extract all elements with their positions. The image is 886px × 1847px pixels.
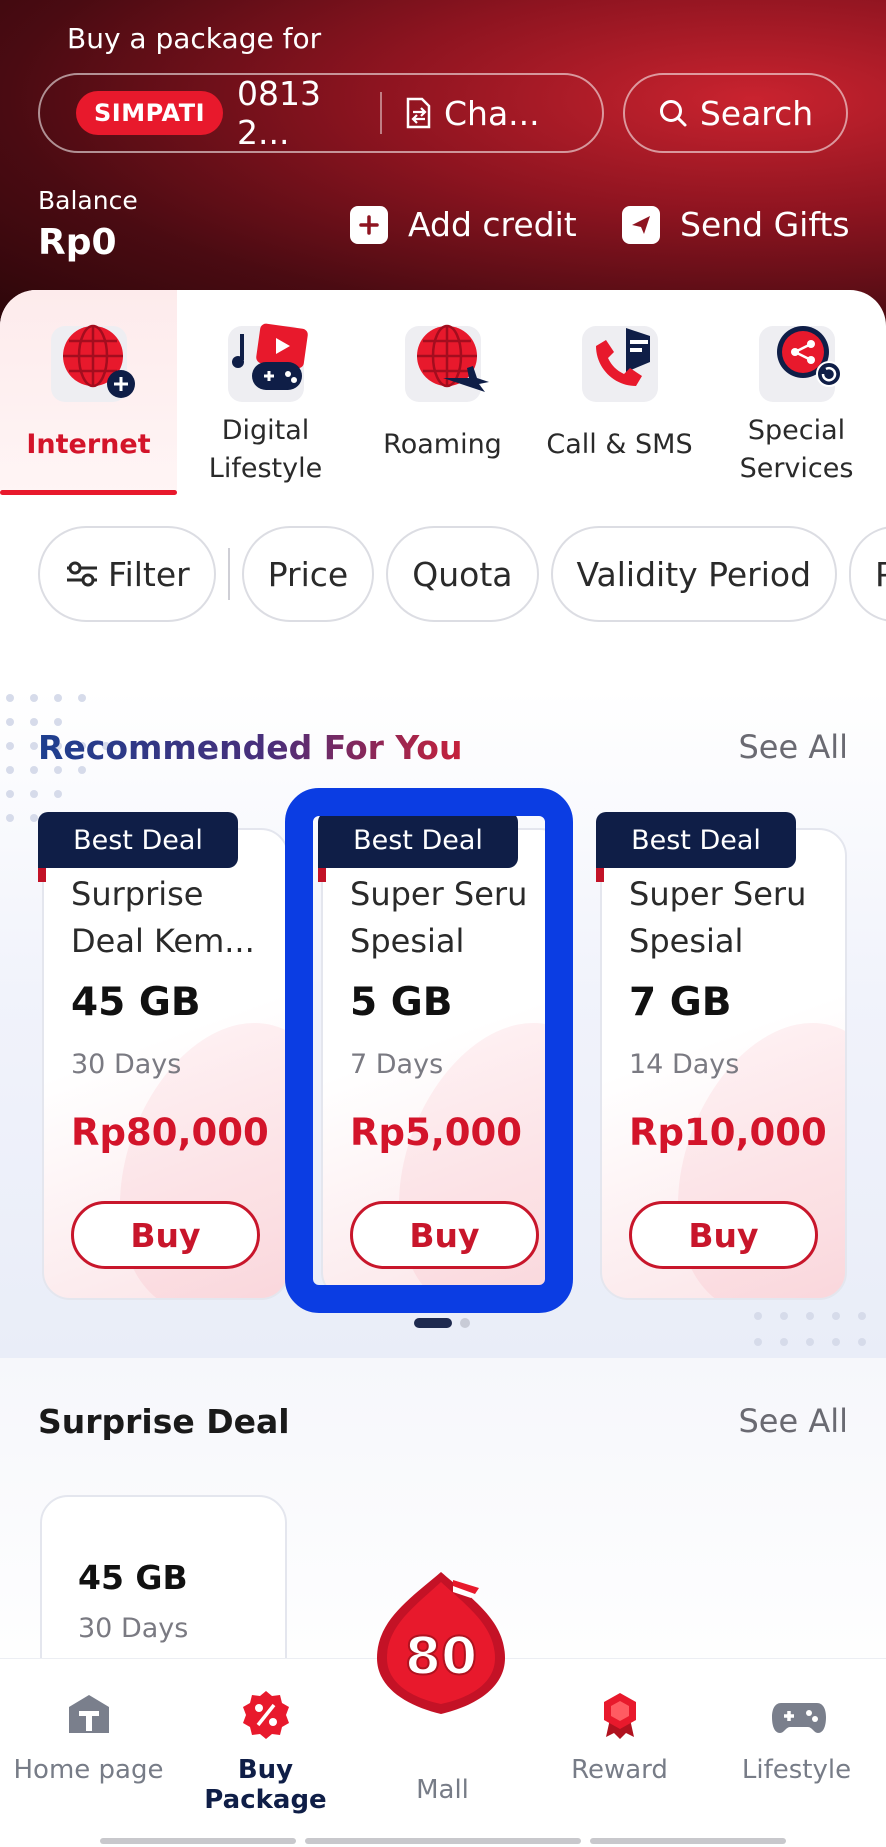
contact-swap-icon [406,97,431,129]
chip-quota[interactable]: Quota [386,526,539,622]
buy-button[interactable]: Buy [71,1201,260,1269]
search-button[interactable]: Search [623,73,848,153]
category-tabs: Internet Digital Lifestyle Roaming Call … [0,290,886,495]
tab-label: Call & SMS [546,429,693,460]
package-price: Rp80,000 [71,1111,269,1154]
carousel-pager [414,1318,470,1328]
home-icon [63,1689,115,1741]
nav-label: Buy Package [204,1755,327,1815]
buy-button[interactable]: Buy [629,1201,818,1269]
recommended-see-all-link[interactable]: See All [738,728,848,766]
home-indicator [100,1838,296,1844]
balance-label: Balance [38,186,138,215]
add-credit-label: Add credit [408,205,577,244]
pill-divider [380,92,382,134]
package-quota: 45 GB [78,1558,188,1597]
package-validity: 30 Days [78,1613,189,1644]
best-deal-badge: Best Deal [38,812,238,882]
reward-ribbon-icon [594,1689,646,1741]
nav-buy-package[interactable]: Buy Package [177,1689,354,1815]
share-refresh-icon [758,326,842,402]
nav-reward[interactable]: Reward [531,1689,708,1785]
change-number-button[interactable]: Cha... [404,94,540,133]
mall-badge-text: 80 [405,1627,477,1687]
media-gamepad-icon [227,323,308,402]
change-label: Cha... [444,93,540,133]
phone-number-selector[interactable]: SIMPATI 0813 2... Cha... [38,73,604,153]
filter-bar: Filter Price Quota Validity Period Po [38,526,886,622]
tab-roaming[interactable]: Roaming [354,290,531,495]
phone-number: 0813 2... [237,74,321,152]
globe-plus-icon [50,324,135,402]
filter-label: Filter [108,554,190,594]
package-quota: 45 GB [71,980,201,1025]
surprise-deal-title: Surprise Deal [38,1402,290,1441]
plus-icon [350,205,388,244]
globe-plane-icon [404,324,489,402]
nav-label: Mall [416,1775,469,1805]
tab-label: Special Services [739,415,854,484]
best-deal-badge: Best Deal [596,812,796,882]
tab-label: Internet [26,429,151,460]
balance-value: Rp0 [38,222,117,263]
tab-special-services[interactable]: Special Services [708,290,885,495]
chip-more[interactable]: Po [849,526,886,622]
nav-mall[interactable]: Mall [354,1775,531,1805]
surprise-deal-see-all-link[interactable]: See All [738,1402,848,1440]
dot-pattern [754,1312,866,1346]
filter-button[interactable]: Filter [38,526,216,622]
percent-badge-icon [240,1689,292,1741]
selection-highlight [285,788,573,1313]
header-title: Buy a package for [67,22,322,55]
send-gifts-button[interactable]: Send Gifts [622,205,850,244]
pager-dot [460,1318,470,1328]
tab-label: Roaming [383,429,502,460]
tab-digital-lifestyle[interactable]: Digital Lifestyle [177,290,354,495]
nav-lifestyle[interactable]: Lifestyle [708,1689,885,1785]
tab-call-sms[interactable]: Call & SMS [531,290,708,495]
nav-home[interactable]: Home page [0,1689,177,1785]
package-name: Super Seru Spesial [629,875,807,960]
add-credit-button[interactable]: Add credit [350,205,577,244]
header: Buy a package for SIMPATI 0813 2... Cha.… [0,0,886,330]
chip-validity-period[interactable]: Validity Period [550,526,838,622]
phone-message-icon [581,326,658,402]
tab-internet[interactable]: Internet [0,290,177,495]
nav-label: Home page [13,1755,164,1785]
pager-dot-active [414,1318,452,1328]
package-name: Surprise Deal Kem... [71,875,255,960]
package-validity: 30 Days [71,1049,182,1080]
mall-80-badge-icon[interactable]: 80 [371,1568,511,1718]
tab-label: Digital Lifestyle [208,415,323,484]
send-icon [622,205,660,244]
recommended-title: Recommended For You [38,728,463,767]
chip-divider [227,548,230,600]
nav-label: Reward [571,1755,668,1785]
search-label: Search [699,93,814,133]
home-indicator [590,1838,786,1844]
home-indicator [305,1838,581,1844]
nav-label: Lifestyle [741,1755,852,1785]
gamepad-icon [771,1689,826,1741]
operator-badge: SIMPATI [76,91,223,135]
chip-price[interactable]: Price [241,526,375,622]
search-icon [659,100,687,127]
package-quota: 7 GB [629,980,732,1025]
package-validity: 14 Days [629,1049,740,1080]
send-gifts-label: Send Gifts [680,205,850,244]
sliders-icon [67,561,97,587]
package-price: Rp10,000 [629,1111,827,1154]
